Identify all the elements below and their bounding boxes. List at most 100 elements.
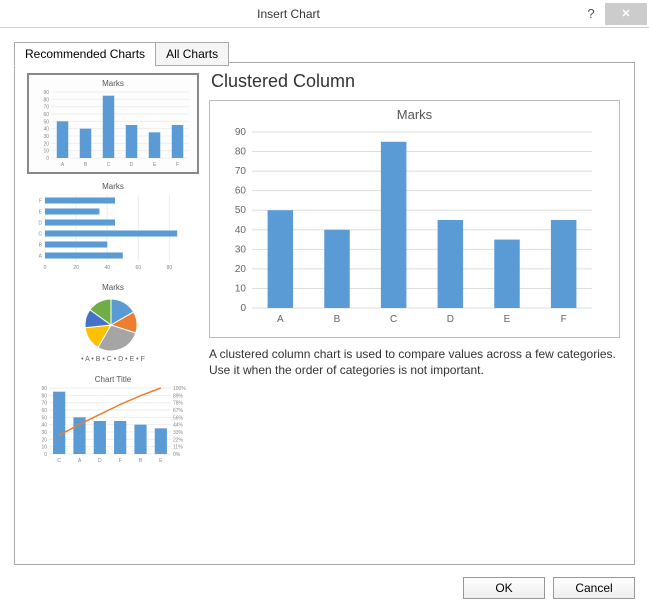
svg-text:80: 80 — [167, 265, 173, 271]
svg-text:22%: 22% — [173, 437, 184, 443]
svg-text:50: 50 — [43, 119, 49, 125]
svg-text:F: F — [561, 314, 567, 325]
svg-text:C: C — [57, 458, 61, 464]
thumb-pie[interactable]: Marks • A • B • C • D • E • F — [27, 279, 199, 367]
svg-text:D: D — [38, 221, 42, 227]
cancel-button[interactable]: Cancel — [553, 577, 635, 599]
svg-text:C: C — [390, 314, 397, 325]
svg-text:90: 90 — [43, 90, 49, 96]
svg-text:60: 60 — [136, 265, 142, 271]
thumb-title: Chart Title — [33, 375, 193, 384]
dialog-footer: OK Cancel — [463, 577, 635, 599]
thumb-pie-legend: • A • B • C • D • E • F — [33, 356, 193, 363]
svg-text:70: 70 — [43, 105, 49, 111]
svg-text:F: F — [39, 199, 42, 205]
preview-chart-box: Marks 0 10 20 30 40 50 60 70 80 90 A B C D E F — [209, 100, 620, 338]
svg-text:80: 80 — [43, 97, 49, 103]
svg-text:B: B — [334, 314, 341, 325]
svg-text:0: 0 — [46, 156, 49, 162]
svg-text:F: F — [176, 162, 179, 168]
svg-text:0: 0 — [44, 265, 47, 271]
thumb-clustered-column[interactable]: Marks 010 203040 506070 8090 A B C D E F — [27, 73, 199, 174]
svg-text:B: B — [84, 162, 88, 168]
svg-text:E: E — [504, 314, 511, 325]
svg-text:20: 20 — [43, 141, 49, 147]
thumb-pie-chart — [33, 294, 189, 356]
svg-text:40: 40 — [43, 127, 49, 133]
svg-text:E: E — [153, 162, 157, 168]
preview-pane: Clustered Column Marks 0 10 20 30 40 50 60 70 80… — [203, 63, 634, 564]
svg-text:67%: 67% — [173, 408, 184, 414]
svg-text:10: 10 — [43, 149, 49, 155]
svg-text:C: C — [107, 162, 111, 168]
svg-text:40: 40 — [41, 423, 47, 429]
preview-chart-title: Marks — [218, 107, 611, 122]
svg-text:E: E — [39, 210, 43, 216]
svg-text:0: 0 — [240, 303, 246, 314]
thumb-title: Marks — [33, 283, 193, 292]
thumb-combo-chart: 0 0% 10 11% 20 22% 30 33% 40 44% 50 56% 60 67% 70 78% 80… — [33, 386, 189, 464]
svg-text:D: D — [130, 162, 134, 168]
svg-text:D: D — [447, 314, 454, 325]
svg-text:20: 20 — [41, 437, 47, 443]
svg-text:0%: 0% — [173, 452, 181, 458]
chart-description: A clustered column chart is used to comp… — [209, 346, 620, 378]
svg-text:30: 30 — [235, 244, 247, 255]
preview-chart-svg: 0 10 20 30 40 50 60 70 80 90 A B C D E F — [218, 128, 598, 328]
svg-text:78%: 78% — [173, 401, 184, 407]
svg-text:80: 80 — [235, 147, 247, 158]
svg-text:10: 10 — [41, 445, 47, 451]
svg-text:50: 50 — [41, 415, 47, 421]
svg-text:10: 10 — [235, 283, 247, 294]
svg-text:50: 50 — [235, 205, 247, 216]
svg-text:C: C — [38, 232, 42, 238]
svg-text:D: D — [98, 458, 102, 464]
svg-text:60: 60 — [235, 186, 247, 197]
svg-text:40: 40 — [104, 265, 110, 271]
svg-text:60: 60 — [43, 112, 49, 118]
svg-text:70: 70 — [235, 166, 247, 177]
svg-text:A: A — [39, 254, 43, 260]
svg-text:A: A — [78, 458, 82, 464]
thumb-clustered-bar[interactable]: Marks 0 20 40 60 80 FEDCBA — [27, 178, 199, 275]
svg-text:F: F — [119, 458, 122, 464]
svg-text:70: 70 — [41, 401, 47, 407]
dialog-title: Insert Chart — [0, 7, 577, 21]
tab-all-charts[interactable]: All Charts — [155, 42, 229, 66]
svg-text:30: 30 — [43, 134, 49, 140]
svg-text:20: 20 — [235, 264, 247, 275]
thumb-clustered-bar-chart: 0 20 40 60 80 FEDCBA — [33, 193, 189, 271]
svg-text:B: B — [39, 243, 43, 249]
svg-text:B: B — [139, 458, 143, 464]
close-button[interactable]: ✕ — [605, 3, 647, 25]
thumb-title: Marks — [33, 182, 193, 191]
thumb-title: Marks — [35, 79, 191, 88]
ok-button[interactable]: OK — [463, 577, 545, 599]
svg-text:40: 40 — [235, 225, 247, 236]
svg-text:56%: 56% — [173, 415, 184, 421]
content-frame: Marks 0102030405060708090ABCDEF Marks 02… — [14, 62, 635, 565]
help-button[interactable]: ? — [577, 6, 605, 21]
tab-recommended-charts[interactable]: Recommended Charts — [14, 42, 156, 66]
svg-text:30: 30 — [41, 430, 47, 436]
titlebar: Insert Chart ? ✕ — [0, 0, 649, 28]
chart-type-heading: Clustered Column — [211, 71, 620, 92]
svg-text:60: 60 — [41, 408, 47, 414]
recommended-thumbnails: Marks 0102030405060708090ABCDEF Marks 02… — [15, 63, 203, 564]
tab-bar: Recommended Charts All Charts — [14, 42, 649, 66]
svg-text:A: A — [61, 162, 65, 168]
svg-text:90: 90 — [235, 128, 247, 138]
svg-text:100%: 100% — [173, 386, 186, 392]
thumb-combo[interactable]: Chart Title 0 0% 10 11% 20 22% 30 33% 40 44% 50 56%… — [27, 371, 199, 468]
svg-text:89%: 89% — [173, 393, 184, 399]
svg-text:44%: 44% — [173, 423, 184, 429]
svg-text:A: A — [277, 314, 284, 325]
svg-text:E: E — [159, 458, 163, 464]
svg-text:0: 0 — [44, 452, 47, 458]
svg-text:90: 90 — [41, 386, 47, 392]
thumb-clustered-column-chart: 010 203040 506070 8090 A B C D E F — [35, 90, 191, 168]
svg-text:80: 80 — [41, 393, 47, 399]
svg-text:33%: 33% — [173, 430, 184, 436]
svg-text:11%: 11% — [173, 445, 183, 451]
svg-text:20: 20 — [73, 265, 79, 271]
